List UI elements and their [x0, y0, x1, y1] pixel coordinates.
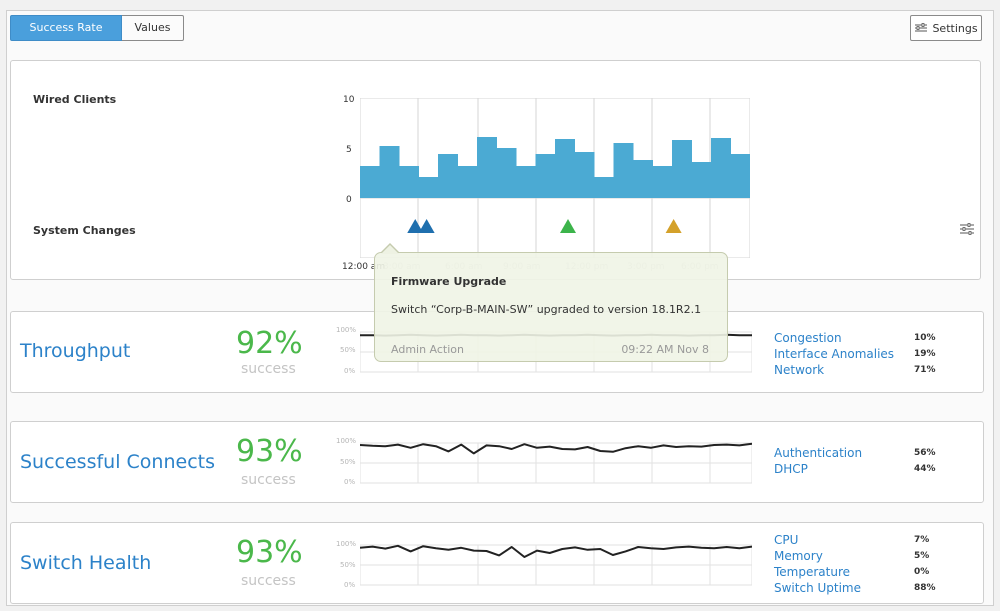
successful-connects-values: 56% 44%: [914, 445, 936, 477]
tab-values[interactable]: Values: [122, 15, 184, 41]
metric-authentication[interactable]: Authentication: [774, 445, 862, 461]
success-rate-line[interactable]: [360, 442, 752, 455]
event-tooltip: Firmware Upgrade Switch “Corp-B-MAIN-SW”…: [374, 243, 728, 362]
bar[interactable]: [477, 137, 497, 198]
mini-y-100: 100%: [336, 437, 357, 445]
settings-icon: [915, 23, 928, 32]
bar[interactable]: [555, 139, 575, 198]
metric-value: 0%: [914, 567, 930, 577]
successful-connects-metrics: Authentication DHCP: [774, 445, 862, 477]
throughput-percent: 92%: [236, 326, 303, 361]
bar[interactable]: [613, 143, 634, 198]
successful-connects-percent: 93%: [236, 434, 303, 469]
bar[interactable]: [360, 166, 380, 198]
metric-value: 56%: [914, 448, 936, 458]
bar[interactable]: [672, 140, 692, 198]
wired-clients-chart: [360, 98, 750, 258]
metric-switch-uptime[interactable]: Switch Uptime: [774, 580, 861, 596]
metric-value: 7%: [914, 535, 930, 545]
switch-health-percent: 93%: [236, 535, 303, 570]
successful-connects-success-label: success: [241, 472, 296, 488]
tooltip-source: Admin Action: [391, 343, 465, 356]
metric-value: 44%: [914, 464, 936, 474]
bar[interactable]: [379, 146, 400, 198]
y-tick-0: 0: [346, 195, 352, 205]
switch-health-title[interactable]: Switch Health: [20, 552, 151, 574]
bar[interactable]: [535, 154, 556, 198]
bar[interactable]: [730, 154, 751, 198]
y-tick-10: 10: [343, 95, 355, 105]
system-change-marker[interactable]: [665, 219, 682, 233]
switch-health-values: 7% 5% 0% 88%: [914, 532, 936, 596]
metric-value: 5%: [914, 551, 930, 561]
bar[interactable]: [457, 166, 478, 198]
tooltip-timestamp: 09:22 AM Nov 8: [621, 343, 709, 356]
tab-success-rate[interactable]: Success Rate: [10, 15, 122, 41]
bar[interactable]: [711, 138, 731, 198]
bar[interactable]: [691, 162, 712, 198]
metric-value: 19%: [914, 349, 936, 359]
wired-clients-label: Wired Clients: [33, 93, 117, 106]
metric-interface-anomalies[interactable]: Interface Anomalies: [774, 346, 894, 362]
metric-dhcp[interactable]: DHCP: [774, 461, 862, 477]
switch-health-metrics: CPU Memory Temperature Switch Uptime: [774, 532, 861, 596]
switch-health-success-label: success: [241, 573, 296, 589]
mini-y-100: 100%: [336, 540, 357, 548]
bar[interactable]: [574, 152, 595, 198]
bar[interactable]: [594, 177, 614, 198]
mini-y-100: 100%: [336, 326, 357, 334]
system-change-marker[interactable]: [560, 219, 576, 233]
bar[interactable]: [438, 154, 458, 198]
metric-value: 10%: [914, 333, 936, 343]
filter-icon[interactable]: [959, 223, 975, 235]
successful-connects-sparkline: [360, 442, 752, 484]
throughput-metrics: Congestion Interface Anomalies Network: [774, 330, 894, 378]
system-change-marker[interactable]: [418, 219, 435, 233]
metric-congestion[interactable]: Congestion: [774, 330, 894, 346]
y-tick-5: 5: [346, 145, 352, 155]
bar[interactable]: [418, 177, 439, 198]
metric-memory[interactable]: Memory: [774, 548, 861, 564]
mini-y-50: 50%: [340, 346, 356, 354]
settings-button[interactable]: Settings: [910, 15, 982, 41]
mini-y-0: 0%: [344, 367, 356, 375]
metric-cpu[interactable]: CPU: [774, 532, 861, 548]
success-rate-line[interactable]: [360, 544, 752, 558]
switch-health-sparkline: [360, 544, 752, 586]
bar[interactable]: [652, 166, 673, 198]
successful-connects-title[interactable]: Successful Connects: [20, 451, 215, 473]
metric-value: 71%: [914, 365, 936, 375]
bar[interactable]: [633, 160, 653, 198]
tooltip-title: Firmware Upgrade: [391, 275, 507, 288]
throughput-values: 10% 19% 71%: [914, 330, 936, 378]
bar[interactable]: [516, 166, 536, 198]
throughput-title[interactable]: Throughput: [20, 340, 130, 362]
tooltip-arrow-fill: [381, 245, 399, 254]
mini-y-50: 50%: [340, 458, 356, 466]
mini-y-0: 0%: [344, 478, 356, 486]
metric-network[interactable]: Network: [774, 362, 894, 378]
metric-temperature[interactable]: Temperature: [774, 564, 861, 580]
bar[interactable]: [399, 166, 419, 198]
bar[interactable]: [496, 148, 517, 198]
system-changes-label: System Changes: [33, 224, 136, 237]
settings-label: Settings: [932, 21, 978, 35]
mini-y-0: 0%: [344, 581, 356, 589]
view-toggle: Success Rate Values: [10, 15, 184, 41]
mini-y-50: 50%: [340, 561, 356, 569]
metric-value: 88%: [914, 583, 936, 593]
tooltip-body: Switch “Corp-B-MAIN-SW” upgraded to vers…: [391, 303, 702, 316]
throughput-success-label: success: [241, 361, 296, 377]
